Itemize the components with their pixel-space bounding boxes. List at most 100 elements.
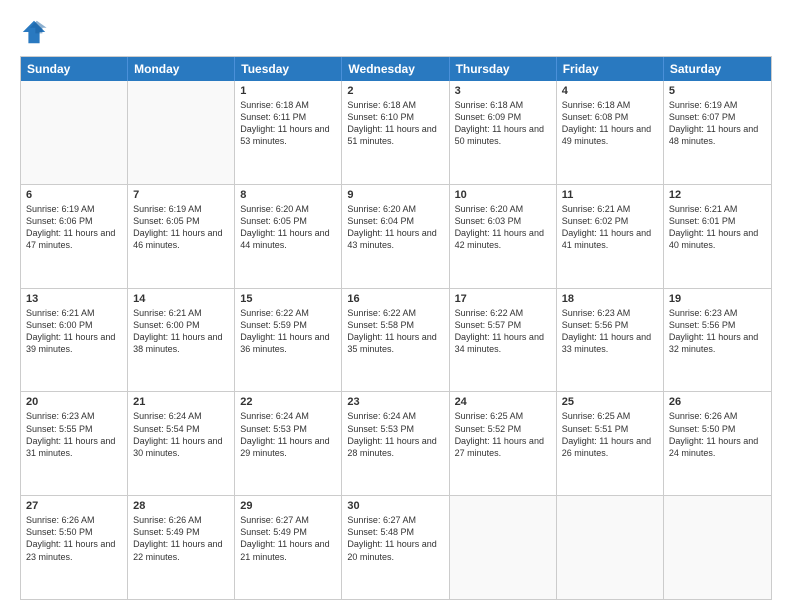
calendar-cell: 16 Sunrise: 6:22 AMSunset: 5:58 PMDayligh… xyxy=(342,289,449,392)
day-number: 21 xyxy=(133,396,229,408)
calendar-week-row: 1 Sunrise: 6:18 AMSunset: 6:11 PMDaylight… xyxy=(21,81,771,184)
header xyxy=(20,18,772,46)
cell-sun-info: Sunrise: 6:22 AMSunset: 5:58 PMDaylight:… xyxy=(347,307,443,356)
cell-sun-info: Sunrise: 6:18 AMSunset: 6:10 PMDaylight:… xyxy=(347,99,443,148)
cell-sun-info: Sunrise: 6:18 AMSunset: 6:11 PMDaylight:… xyxy=(240,99,336,148)
calendar-header: SundayMondayTuesdayWednesdayThursdayFrid… xyxy=(21,57,771,81)
day-number: 18 xyxy=(562,293,658,305)
cell-sun-info: Sunrise: 6:24 AMSunset: 5:53 PMDaylight:… xyxy=(347,410,443,459)
day-of-week-header: Saturday xyxy=(664,57,771,81)
day-number: 28 xyxy=(133,500,229,512)
calendar-cell: 30 Sunrise: 6:27 AMSunset: 5:48 PMDayligh… xyxy=(342,496,449,599)
day-number: 7 xyxy=(133,189,229,201)
calendar-cell xyxy=(128,81,235,184)
day-number: 1 xyxy=(240,85,336,97)
day-number: 17 xyxy=(455,293,551,305)
cell-sun-info: Sunrise: 6:21 AMSunset: 6:00 PMDaylight:… xyxy=(26,307,122,356)
calendar-cell: 24 Sunrise: 6:25 AMSunset: 5:52 PMDayligh… xyxy=(450,392,557,495)
calendar-cell: 3 Sunrise: 6:18 AMSunset: 6:09 PMDaylight… xyxy=(450,81,557,184)
calendar-cell: 18 Sunrise: 6:23 AMSunset: 5:56 PMDayligh… xyxy=(557,289,664,392)
day-number: 3 xyxy=(455,85,551,97)
day-number: 15 xyxy=(240,293,336,305)
calendar-cell: 14 Sunrise: 6:21 AMSunset: 6:00 PMDayligh… xyxy=(128,289,235,392)
calendar-week-row: 20 Sunrise: 6:23 AMSunset: 5:55 PMDayligh… xyxy=(21,391,771,495)
calendar-cell xyxy=(21,81,128,184)
cell-sun-info: Sunrise: 6:24 AMSunset: 5:54 PMDaylight:… xyxy=(133,410,229,459)
cell-sun-info: Sunrise: 6:23 AMSunset: 5:55 PMDaylight:… xyxy=(26,410,122,459)
cell-sun-info: Sunrise: 6:21 AMSunset: 6:00 PMDaylight:… xyxy=(133,307,229,356)
calendar-cell: 28 Sunrise: 6:26 AMSunset: 5:49 PMDayligh… xyxy=(128,496,235,599)
calendar-cell: 11 Sunrise: 6:21 AMSunset: 6:02 PMDayligh… xyxy=(557,185,664,288)
calendar-cell xyxy=(664,496,771,599)
day-number: 4 xyxy=(562,85,658,97)
day-number: 19 xyxy=(669,293,766,305)
cell-sun-info: Sunrise: 6:19 AMSunset: 6:05 PMDaylight:… xyxy=(133,203,229,252)
calendar-cell: 1 Sunrise: 6:18 AMSunset: 6:11 PMDaylight… xyxy=(235,81,342,184)
calendar-cell: 21 Sunrise: 6:24 AMSunset: 5:54 PMDayligh… xyxy=(128,392,235,495)
day-number: 22 xyxy=(240,396,336,408)
day-number: 11 xyxy=(562,189,658,201)
calendar-cell: 19Sunrise: 6:23 AMSunset: 5:56 PMDayligh… xyxy=(664,289,771,392)
day-of-week-header: Sunday xyxy=(21,57,128,81)
calendar-cell: 25 Sunrise: 6:25 AMSunset: 5:51 PMDayligh… xyxy=(557,392,664,495)
calendar-cell: 5 Sunrise: 6:19 AMSunset: 6:07 PMDaylight… xyxy=(664,81,771,184)
calendar-cell xyxy=(557,496,664,599)
day-number: 5 xyxy=(669,85,766,97)
cell-sun-info: Sunrise: 6:27 AMSunset: 5:49 PMDaylight:… xyxy=(240,514,336,563)
cell-sun-info: Sunrise: 6:24 AMSunset: 5:53 PMDaylight:… xyxy=(240,410,336,459)
cell-sun-info: Sunrise: 6:20 AMSunset: 6:03 PMDaylight:… xyxy=(455,203,551,252)
calendar-cell: 8Sunrise: 6:20 AMSunset: 6:05 PMDaylight… xyxy=(235,185,342,288)
calendar-cell: 15 Sunrise: 6:22 AMSunset: 5:59 PMDayligh… xyxy=(235,289,342,392)
calendar-cell: 27 Sunrise: 6:26 AMSunset: 5:50 PMDayligh… xyxy=(21,496,128,599)
calendar-cell: 17 Sunrise: 6:22 AMSunset: 5:57 PMDayligh… xyxy=(450,289,557,392)
cell-sun-info: Sunrise: 6:21 AMSunset: 6:01 PMDaylight:… xyxy=(669,203,766,252)
calendar-cell: 2Sunrise: 6:18 AMSunset: 6:10 PMDaylight… xyxy=(342,81,449,184)
cell-sun-info: Sunrise: 6:25 AMSunset: 5:52 PMDaylight:… xyxy=(455,410,551,459)
calendar-cell: 29 Sunrise: 6:27 AMSunset: 5:49 PMDayligh… xyxy=(235,496,342,599)
day-of-week-header: Monday xyxy=(128,57,235,81)
cell-sun-info: Sunrise: 6:18 AMSunset: 6:08 PMDaylight:… xyxy=(562,99,658,148)
cell-sun-info: Sunrise: 6:26 AMSunset: 5:50 PMDaylight:… xyxy=(26,514,122,563)
calendar-cell: 7 Sunrise: 6:19 AMSunset: 6:05 PMDaylight… xyxy=(128,185,235,288)
cell-sun-info: Sunrise: 6:22 AMSunset: 5:59 PMDaylight:… xyxy=(240,307,336,356)
cell-sun-info: Sunrise: 6:20 AMSunset: 6:05 PMDaylight:… xyxy=(240,203,336,252)
cell-sun-info: Sunrise: 6:21 AMSunset: 6:02 PMDaylight:… xyxy=(562,203,658,252)
day-number: 29 xyxy=(240,500,336,512)
calendar-cell: 4 Sunrise: 6:18 AMSunset: 6:08 PMDaylight… xyxy=(557,81,664,184)
day-number: 25 xyxy=(562,396,658,408)
cell-sun-info: Sunrise: 6:26 AMSunset: 5:49 PMDaylight:… xyxy=(133,514,229,563)
logo xyxy=(20,18,52,46)
calendar-cell: 20 Sunrise: 6:23 AMSunset: 5:55 PMDayligh… xyxy=(21,392,128,495)
day-number: 24 xyxy=(455,396,551,408)
day-number: 27 xyxy=(26,500,122,512)
calendar-week-row: 27 Sunrise: 6:26 AMSunset: 5:50 PMDayligh… xyxy=(21,495,771,599)
day-number: 20 xyxy=(26,396,122,408)
cell-sun-info: Sunrise: 6:25 AMSunset: 5:51 PMDaylight:… xyxy=(562,410,658,459)
day-of-week-header: Thursday xyxy=(450,57,557,81)
day-number: 26 xyxy=(669,396,766,408)
cell-sun-info: Sunrise: 6:19 AMSunset: 6:07 PMDaylight:… xyxy=(669,99,766,148)
cell-sun-info: Sunrise: 6:27 AMSunset: 5:48 PMDaylight:… xyxy=(347,514,443,563)
cell-sun-info: Sunrise: 6:20 AMSunset: 6:04 PMDaylight:… xyxy=(347,203,443,252)
cell-sun-info: Sunrise: 6:23 AMSunset: 5:56 PMDaylight:… xyxy=(562,307,658,356)
day-number: 16 xyxy=(347,293,443,305)
cell-sun-info: Sunrise: 6:22 AMSunset: 5:57 PMDaylight:… xyxy=(455,307,551,356)
calendar-cell: 22 Sunrise: 6:24 AMSunset: 5:53 PMDayligh… xyxy=(235,392,342,495)
day-number: 12 xyxy=(669,189,766,201)
calendar-body: 1 Sunrise: 6:18 AMSunset: 6:11 PMDaylight… xyxy=(21,81,771,599)
day-number: 13 xyxy=(26,293,122,305)
cell-sun-info: Sunrise: 6:19 AMSunset: 6:06 PMDaylight:… xyxy=(26,203,122,252)
cell-sun-info: Sunrise: 6:18 AMSunset: 6:09 PMDaylight:… xyxy=(455,99,551,148)
day-number: 10 xyxy=(455,189,551,201)
day-number: 14 xyxy=(133,293,229,305)
day-number: 30 xyxy=(347,500,443,512)
calendar-cell: 23Sunrise: 6:24 AMSunset: 5:53 PMDayligh… xyxy=(342,392,449,495)
day-number: 6 xyxy=(26,189,122,201)
calendar-cell xyxy=(450,496,557,599)
page: SundayMondayTuesdayWednesdayThursdayFrid… xyxy=(0,0,792,612)
calendar-cell: 6 Sunrise: 6:19 AMSunset: 6:06 PMDaylight… xyxy=(21,185,128,288)
logo-icon xyxy=(20,18,48,46)
day-of-week-header: Wednesday xyxy=(342,57,449,81)
calendar-week-row: 13 Sunrise: 6:21 AMSunset: 6:00 PMDayligh… xyxy=(21,288,771,392)
calendar-cell: 13 Sunrise: 6:21 AMSunset: 6:00 PMDayligh… xyxy=(21,289,128,392)
